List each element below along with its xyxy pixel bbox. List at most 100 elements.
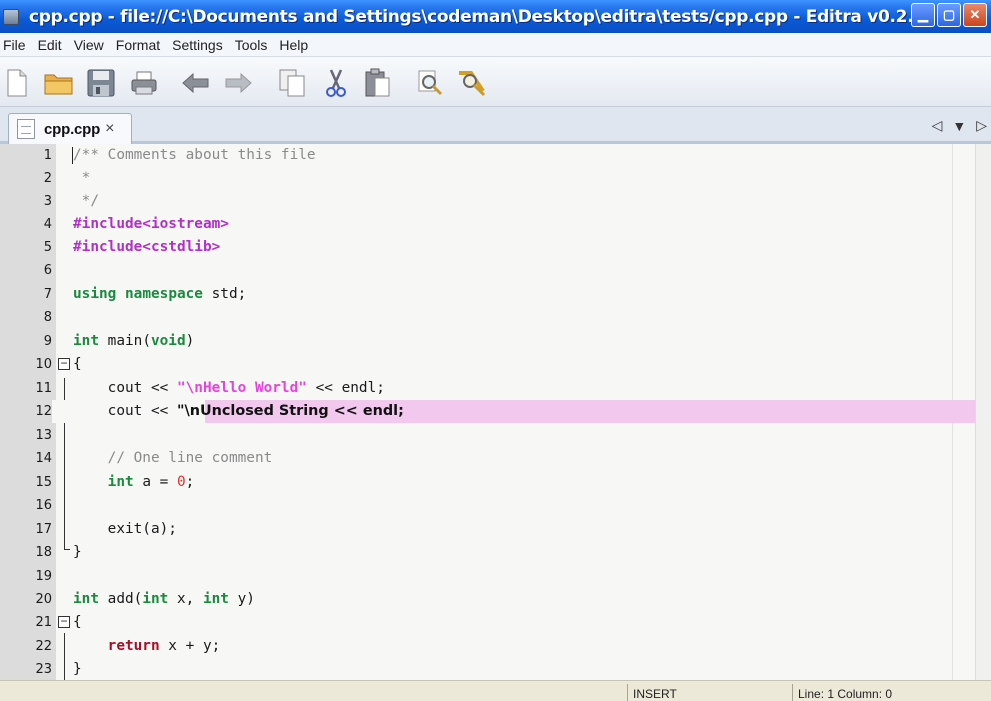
code-line: 17 exit(a); <box>0 518 982 541</box>
fold-toggle-icon[interactable]: − <box>58 615 70 628</box>
redo-button[interactable] <box>223 68 253 98</box>
find-icon <box>418 70 443 96</box>
cut-button[interactable] <box>321 68 351 98</box>
code-editor[interactable]: 1 /** Comments about this file 2 * 3 */ … <box>0 144 991 680</box>
menu-edit[interactable]: Edit <box>35 37 68 53</box>
redo-icon <box>225 72 252 94</box>
code-text: int a = 0; <box>107 474 195 490</box>
code-line-highlighted: 12 cout << "\nUnclosed String << endl; <box>0 400 982 423</box>
menu-settings[interactable]: Settings <box>169 37 229 53</box>
line-number: 3 <box>43 194 52 209</box>
close-button[interactable]: ✕ <box>963 3 987 27</box>
code-line: 4 #include<iostream> <box>0 213 982 236</box>
copy-button[interactable] <box>277 68 307 98</box>
tab-close-icon[interactable]: × <box>105 120 114 138</box>
line-number: 18 <box>35 545 52 560</box>
code-text: cout << "\nUnclosed String << endl; <box>73 403 404 419</box>
code-text: } <box>73 544 82 560</box>
code-text: #include<iostream> <box>73 216 229 232</box>
margin-fill <box>52 400 70 423</box>
cut-icon <box>326 69 346 97</box>
code-text: cout << "\nHello World" << endl; <box>73 380 385 396</box>
paste-button[interactable] <box>362 68 392 98</box>
code-line: 2 * <box>0 167 982 190</box>
code-text: /** Comments about this file <box>73 147 316 163</box>
menu-tools[interactable]: Tools <box>232 37 274 53</box>
status-bar: INSERT Line: 1 Column: 0 <box>0 680 991 701</box>
menu-bar: File Edit View Format Settings Tools Hel… <box>0 33 991 57</box>
tab-label: cpp.cpp <box>44 120 101 138</box>
fold-toggle-icon[interactable]: − <box>58 357 70 370</box>
find-replace-icon <box>459 71 486 97</box>
code-line: 10 − { <box>0 353 982 376</box>
code-line: 9 int main(void) <box>0 330 982 353</box>
code-line: 14 // One line comment <box>0 447 982 470</box>
line-number: 5 <box>43 240 52 255</box>
undo-button[interactable] <box>181 68 211 98</box>
line-number: 19 <box>35 569 52 584</box>
code-line: 16 <box>0 494 982 517</box>
line-number: 8 <box>43 310 52 325</box>
code-line: 11 cout << "\nHello World" << endl; <box>0 377 982 400</box>
line-number: 1 <box>43 148 52 163</box>
minimize-button[interactable]: ▁ <box>911 3 935 27</box>
line-number: 23 <box>35 662 52 677</box>
line-number: 4 <box>43 217 52 232</box>
find-replace-button[interactable] <box>457 68 487 98</box>
code-line: 5 #include<cstdlib> <box>0 236 982 259</box>
tab-cpp-file[interactable]: cpp.cpp × <box>8 113 132 144</box>
line-number: 10 <box>35 357 52 372</box>
new-file-button[interactable] <box>2 68 32 98</box>
code-text: using namespace std; <box>73 286 247 302</box>
line-number: 13 <box>35 428 52 443</box>
code-line: 21 − { <box>0 611 982 634</box>
code-text: return x + y; <box>107 638 221 654</box>
code-text: // One line comment <box>73 450 273 466</box>
code-line: 19 <box>0 565 982 588</box>
app-icon[interactable] <box>3 8 19 25</box>
save-icon <box>87 69 115 97</box>
new-file-icon <box>7 69 27 97</box>
status-cursor-position: Line: 1 Column: 0 <box>792 684 991 701</box>
line-number: 7 <box>43 287 52 302</box>
code-line: 20 int add(int x, int y) <box>0 588 982 611</box>
tab-navigation: ◁ ▼ ▷ <box>932 117 987 134</box>
open-file-button[interactable] <box>44 68 74 98</box>
line-number: 16 <box>35 498 52 513</box>
close-icon: ✕ <box>969 7 981 22</box>
copy-icon <box>279 69 305 97</box>
tab-scroll-left-icon[interactable]: ◁ <box>932 117 943 134</box>
menu-format[interactable]: Format <box>113 37 166 53</box>
print-button[interactable] <box>129 68 159 98</box>
line-number: 15 <box>35 475 52 490</box>
code-line: 3 */ <box>0 190 982 213</box>
line-number: 2 <box>43 171 52 186</box>
menu-view[interactable]: View <box>71 37 110 53</box>
menu-help[interactable]: Help <box>276 37 314 53</box>
title-bar: cpp.cpp - file://C:\Documents and Settin… <box>0 0 991 33</box>
window-title: cpp.cpp - file://C:\Documents and Settin… <box>29 6 925 27</box>
line-number: 6 <box>43 263 52 278</box>
find-button[interactable] <box>415 68 445 98</box>
code-line: 6 <box>0 259 982 282</box>
line-number: 22 <box>35 639 52 654</box>
open-folder-icon <box>44 74 73 95</box>
toolbar <box>0 57 991 107</box>
vertical-scrollbar[interactable] <box>975 144 991 680</box>
tab-list-dropdown-icon[interactable]: ▼ <box>952 118 966 134</box>
code-line: 23 } <box>0 658 982 680</box>
maximize-button[interactable]: ▢ <box>937 3 961 27</box>
code-text: int main(void) <box>73 333 195 349</box>
code-text: { <box>73 614 82 630</box>
line-number: 14 <box>35 451 52 466</box>
code-line: 22 return x + y; <box>0 635 982 658</box>
code-line: 1 /** Comments about this file <box>0 144 982 167</box>
code-text: exit(a); <box>73 521 177 537</box>
window-controls: ▁ ▢ ✕ <box>911 3 987 27</box>
tab-scroll-right-icon[interactable]: ▷ <box>976 117 987 134</box>
line-number: 21 <box>35 615 52 630</box>
save-button[interactable] <box>86 68 116 98</box>
menu-file[interactable]: File <box>0 37 32 53</box>
code-line: 15 int a = 0; <box>0 471 982 494</box>
line-number: 9 <box>43 334 52 349</box>
